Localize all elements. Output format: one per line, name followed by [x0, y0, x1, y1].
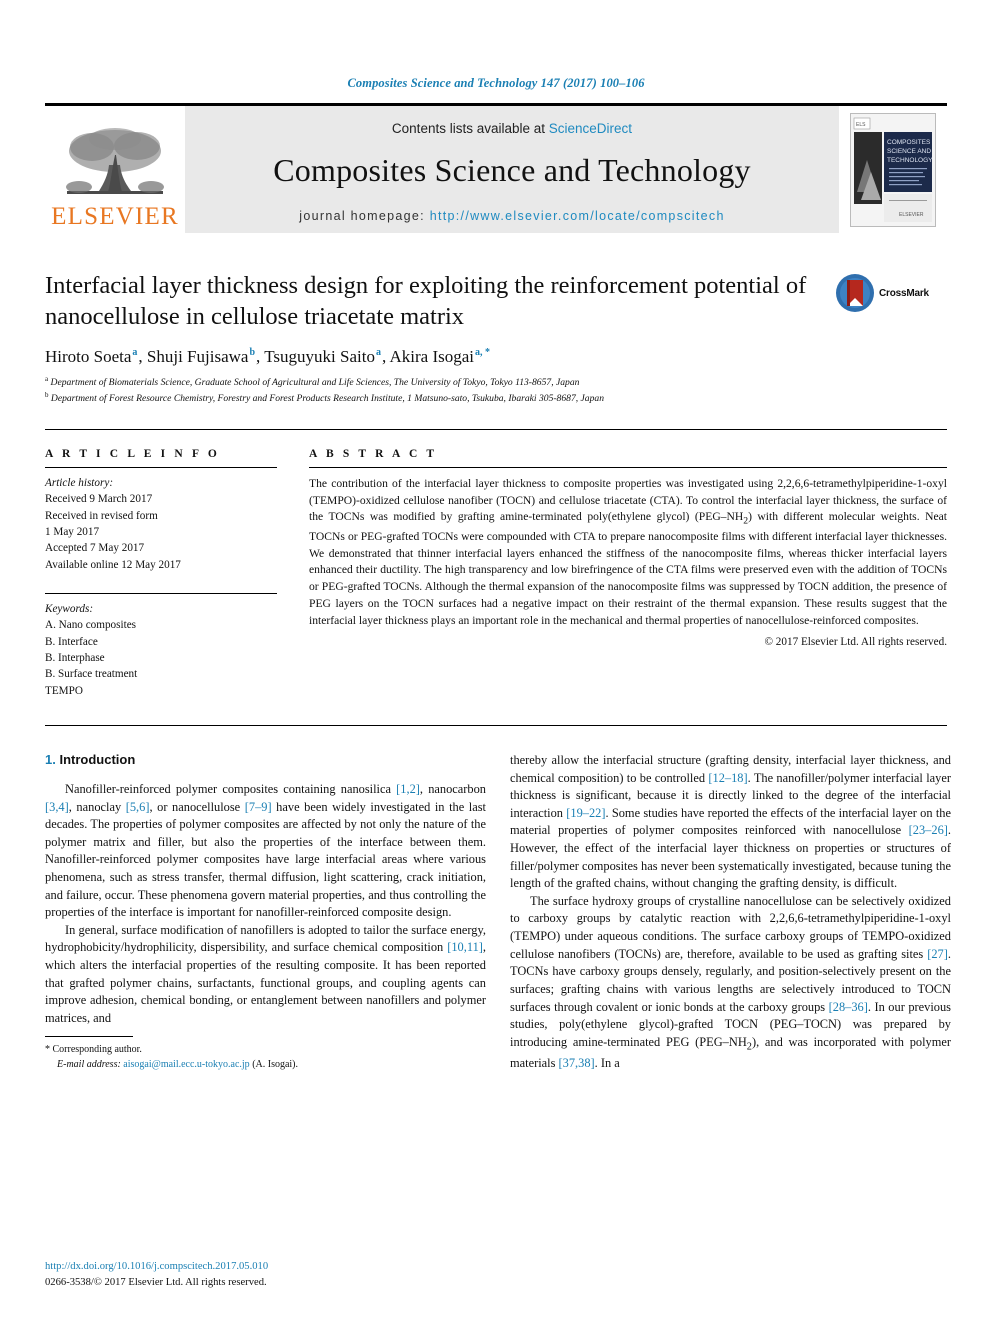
history-item: Accepted 7 May 2017	[45, 542, 145, 555]
author-1-name: Hiroto Soeta	[45, 346, 132, 366]
article-info-column: A R T I C L E I N F O Article history: R…	[45, 448, 277, 699]
intro-paragraph-3: thereby allow the interfacial structure …	[510, 753, 951, 891]
intro-paragraph-2: In general, surface modification of nano…	[45, 922, 486, 1025]
journal-masthead: ELSEVIER Contents lists available at Sci…	[45, 103, 947, 233]
svg-text:SCIENCE AND: SCIENCE AND	[887, 148, 931, 155]
author-3-marks: a	[375, 347, 381, 359]
svg-text:TECHNOLOGY: TECHNOLOGY	[887, 157, 933, 164]
keyword-item: B. Interphase	[45, 651, 105, 664]
elsevier-logo: ELSEVIER	[45, 106, 185, 233]
elsevier-tree-icon	[66, 128, 164, 194]
email-link[interactable]: aisogai@mail.ecc.u-tokyo.ac.jp	[123, 1059, 249, 1070]
history-item: 1 May 2017	[45, 525, 100, 538]
journal-title: Composites Science and Technology	[273, 151, 751, 188]
svg-text:ELSEVIER: ELSEVIER	[899, 212, 924, 218]
keyword-item: TEMPO	[45, 684, 83, 697]
crossmark-badge[interactable]: CrossMark	[835, 273, 947, 313]
journal-cover-thumbnail: ELS COMPOSITES SCIENCE AND TECHNOLOGY EL…	[839, 106, 947, 233]
article-history-group: Article history: Received 9 March 2017 R…	[45, 468, 277, 573]
affiliation-b: b Department of Forest Resource Chemistr…	[45, 390, 947, 407]
body-column-right: thereby allow the interfacial structure …	[510, 752, 951, 1072]
keyword-item: B. Interface	[45, 635, 98, 648]
author-3-name: Tsuguyuki Saito	[264, 346, 375, 366]
history-item: Received in revised form	[45, 509, 158, 522]
svg-text:COMPOSITES: COMPOSITES	[887, 139, 931, 146]
author-2-marks: b	[249, 347, 256, 359]
keywords-group: Keywords: A. Nano composites B. Interfac…	[45, 594, 277, 699]
svg-text:ELS: ELS	[856, 122, 866, 128]
homepage-label: journal homepage:	[299, 208, 425, 223]
intro-paragraph-4: The surface hydroxy groups of crystallin…	[510, 893, 951, 1070]
doi-link[interactable]: http://dx.doi.org/10.1016/j.compscitech.…	[45, 1259, 486, 1275]
cover-image: ELS COMPOSITES SCIENCE AND TECHNOLOGY EL…	[850, 112, 936, 227]
crossmark-icon	[836, 274, 874, 312]
info-abstract-region: A R T I C L E I N F O Article history: R…	[45, 448, 947, 699]
issn-copyright-line: 0266-3538/© 2017 Elsevier Ltd. All right…	[45, 1277, 267, 1289]
homepage-url-link[interactable]: http://www.elsevier.com/locate/compscite…	[430, 209, 725, 223]
cover-artwork-icon: ELS COMPOSITES SCIENCE AND TECHNOLOGY EL…	[851, 113, 935, 226]
affiliation-b-mark: b	[45, 391, 49, 400]
contents-prefix: Contents lists available at	[391, 120, 546, 136]
abstract-copyright: © 2017 Elsevier Ltd. All rights reserved…	[764, 635, 948, 648]
corresponding-marker: *	[45, 1044, 50, 1056]
footnote-block: * Corresponding author. E-mail address: …	[45, 1036, 486, 1072]
author-4-marks: a, *	[475, 347, 491, 359]
keyword-item: B. Surface treatment	[45, 668, 138, 681]
affiliation-list: a Department of Biomaterials Science, Gr…	[45, 374, 947, 407]
body-columns: 1. Introduction Nanofiller-reinforced po…	[45, 752, 951, 1072]
keywords-label: Keywords:	[45, 602, 94, 615]
email-note: E-mail address: aisogai@mail.ecc.u-tokyo…	[45, 1058, 486, 1073]
affiliation-a-text: Department of Biomaterials Science, Grad…	[50, 376, 580, 388]
author-2-name: Shuji Fujisawa	[146, 346, 249, 366]
history-item: Received 9 March 2017	[45, 493, 153, 506]
author-list: Hiroto Soetaa, Shuji Fujisawab, Tsuguyuk…	[45, 346, 491, 366]
divider-above-body	[45, 725, 947, 726]
affiliation-a: a Department of Biomaterials Science, Gr…	[45, 374, 947, 391]
affiliation-a-mark: a	[45, 374, 49, 383]
footnote-rule	[45, 1036, 133, 1038]
section-title-introduction: 1. Introduction	[45, 752, 486, 767]
crossmark-label: CrossMark	[879, 287, 929, 299]
abstract-heading: A B S T R A C T	[309, 447, 438, 460]
abstract-column: A B S T R A C T The contribution of the …	[309, 448, 947, 699]
history-item: Available online 12 May 2017	[45, 558, 181, 571]
title-block: CrossMark Interfacial layer thickness de…	[45, 271, 947, 407]
intro-paragraph-1: Nanofiller-reinforced polymer composites…	[45, 782, 487, 920]
sciencedirect-link[interactable]: ScienceDirect	[549, 121, 632, 136]
article-info-heading: A R T I C L E I N F O	[45, 447, 220, 460]
abstract-text: The contribution of the interfacial laye…	[309, 476, 947, 627]
divider-above-abstract	[45, 428, 947, 430]
email-owner: (A. Isogai).	[252, 1058, 299, 1070]
affiliation-b-text: Department of Forest Resource Chemistry,…	[50, 393, 604, 405]
article-history-label: Article history:	[45, 476, 114, 489]
author-1-marks: a	[132, 347, 138, 359]
elsevier-wordmark: ELSEVIER	[51, 203, 179, 230]
email-label: E-mail address:	[57, 1058, 121, 1070]
section-label: Introduction	[59, 752, 136, 767]
section-number: 1.	[45, 752, 56, 767]
corresponding-author-note: * Corresponding author.	[45, 1043, 486, 1058]
page-title: Interfacial layer thickness design for e…	[45, 272, 807, 330]
keyword-item: A. Nano composites	[45, 619, 137, 632]
contents-available-line: Contents lists available at ScienceDirec…	[392, 121, 632, 136]
body-column-left: 1. Introduction Nanofiller-reinforced po…	[45, 752, 486, 1072]
corresponding-label: Corresponding author.	[52, 1044, 142, 1056]
journal-homepage-line: journal homepage: http://www.elsevier.co…	[299, 209, 724, 223]
author-4-name: Akira Isogai	[389, 346, 475, 366]
article-page: Composites Science and Technology 147 (2…	[0, 0, 992, 1323]
page-footer: http://dx.doi.org/10.1016/j.compscitech.…	[45, 1259, 486, 1291]
masthead-center: Contents lists available at ScienceDirec…	[185, 106, 839, 233]
running-head: Composites Science and Technology 147 (2…	[347, 76, 645, 90]
